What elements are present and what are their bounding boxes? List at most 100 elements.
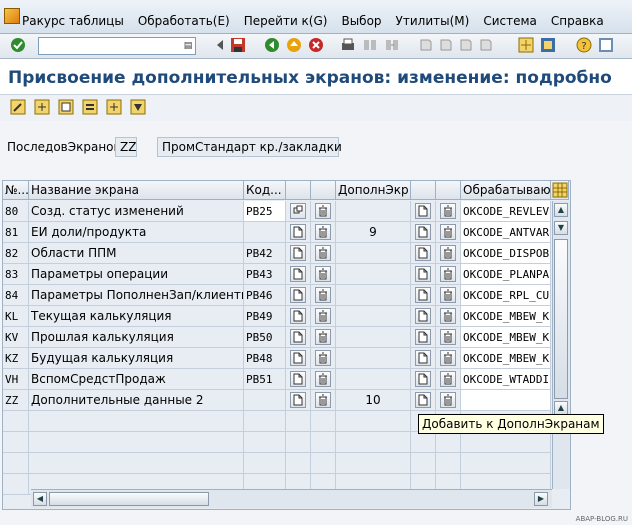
delete-bin-icon[interactable] <box>440 287 456 303</box>
row-button-1[interactable] <box>286 285 311 306</box>
print-icon[interactable] <box>340 37 356 53</box>
row-button-3[interactable] <box>411 201 436 222</box>
row-button-2[interactable] <box>311 264 336 285</box>
previous-page-icon[interactable] <box>438 37 454 53</box>
row-button-3[interactable] <box>411 369 436 390</box>
scroll-down-icon[interactable]: ▼ <box>554 221 568 235</box>
row-ok-code[interactable]: OKCODE_RPL_CU <box>461 285 551 306</box>
scroll-up-2-icon[interactable]: ▲ <box>554 401 568 415</box>
row-button-4[interactable] <box>436 201 461 222</box>
shortcut-icon[interactable] <box>540 37 556 53</box>
new-document-icon[interactable] <box>290 329 306 345</box>
row-button-3[interactable] <box>411 327 436 348</box>
row-button-3[interactable] <box>411 348 436 369</box>
create-session-icon[interactable] <box>518 37 534 53</box>
find-icon[interactable] <box>362 37 378 53</box>
row-code[interactable]: PB50 <box>244 327 286 348</box>
sap-menu-icon[interactable] <box>4 8 20 24</box>
hscroll-thumb[interactable] <box>49 492 209 506</box>
menu-item-help[interactable]: Справка <box>551 14 604 28</box>
row-button-2[interactable] <box>311 306 336 327</box>
delete-bin-icon[interactable] <box>315 392 331 408</box>
header-no[interactable]: №... <box>3 181 29 200</box>
row-ok-code[interactable] <box>461 390 551 411</box>
row-code[interactable] <box>244 390 286 411</box>
row-code[interactable]: PB51 <box>244 369 286 390</box>
row-button-1[interactable] <box>286 369 311 390</box>
row-button-4[interactable] <box>436 222 461 243</box>
row-button-3[interactable] <box>411 285 436 306</box>
enter-icon[interactable] <box>10 37 26 53</box>
delete-bin-icon[interactable] <box>315 329 331 345</box>
last-page-icon[interactable] <box>478 37 494 53</box>
row-code[interactable]: PB49 <box>244 306 286 327</box>
row-button-3[interactable] <box>411 390 436 411</box>
row-button-1[interactable] <box>286 348 311 369</box>
menu-item-selection[interactable]: Выбор <box>341 14 381 28</box>
row-button-4[interactable] <box>436 285 461 306</box>
horizontal-scrollbar[interactable]: ◀ ▶ <box>31 489 552 508</box>
row-ok-code[interactable]: OKCODE_MBEW_K <box>461 306 551 327</box>
row-code[interactable] <box>244 453 286 474</box>
link-icon[interactable] <box>290 203 306 219</box>
row-button-4[interactable] <box>436 327 461 348</box>
delete-bin-icon[interactable] <box>440 224 456 240</box>
row-button-2[interactable] <box>311 348 336 369</box>
delete-bin-icon[interactable] <box>315 203 331 219</box>
new-document-icon[interactable] <box>290 224 306 240</box>
delete-bin-icon[interactable] <box>315 287 331 303</box>
scroll-left-icon[interactable]: ◀ <box>33 492 47 506</box>
delete-bin-icon[interactable] <box>315 224 331 240</box>
row-code[interactable] <box>244 432 286 453</box>
copy-as-icon[interactable] <box>58 99 74 115</box>
exit-icon[interactable] <box>286 37 302 53</box>
new-document-icon[interactable] <box>290 266 306 282</box>
new-document-icon[interactable] <box>415 308 431 324</box>
row-ok-code[interactable]: OKCODE_PLANPA <box>461 264 551 285</box>
cancel-icon[interactable] <box>308 37 324 53</box>
row-button-4[interactable] <box>436 390 461 411</box>
new-document-icon[interactable] <box>415 350 431 366</box>
row-code[interactable] <box>244 222 286 243</box>
delete-bin-icon[interactable] <box>440 203 456 219</box>
row-code[interactable]: PB46 <box>244 285 286 306</box>
row-button-3[interactable] <box>411 264 436 285</box>
row-button-2[interactable] <box>311 285 336 306</box>
customize-layout-icon[interactable] <box>598 37 614 53</box>
first-page-icon[interactable] <box>418 37 434 53</box>
find-next-icon[interactable] <box>384 37 400 53</box>
vertical-scrollbar[interactable]: ▲ ▼ ▲ ▼ <box>552 201 570 489</box>
scroll-right-icon[interactable]: ▶ <box>534 492 548 506</box>
row-button-3[interactable] <box>411 222 436 243</box>
new-document-icon[interactable] <box>415 371 431 387</box>
delete-bin-icon[interactable] <box>440 266 456 282</box>
deselect-all-icon[interactable] <box>130 99 146 115</box>
new-document-icon[interactable] <box>415 203 431 219</box>
menu-item-table-view[interactable]: Ракурс таблицы <box>22 14 124 28</box>
row-button-1[interactable] <box>286 327 311 348</box>
command-dropdown-icon[interactable]: ▤ <box>182 39 194 53</box>
save-icon[interactable] <box>230 37 246 53</box>
delete-bin-icon[interactable] <box>315 266 331 282</box>
row-ok-code[interactable]: OKCODE_MBEW_K <box>461 348 551 369</box>
new-document-icon[interactable] <box>415 266 431 282</box>
row-button-2[interactable] <box>311 201 336 222</box>
row-button-1[interactable] <box>286 222 311 243</box>
delete-bin-icon[interactable] <box>440 329 456 345</box>
row-ok-code[interactable]: OKCODE_ANTVAR <box>461 222 551 243</box>
row-button-4[interactable] <box>436 264 461 285</box>
menu-item-goto[interactable]: Перейти к(G) <box>244 14 328 28</box>
new-document-icon[interactable] <box>415 245 431 261</box>
row-code[interactable]: PB43 <box>244 264 286 285</box>
new-document-icon[interactable] <box>415 392 431 408</box>
row-button-2[interactable] <box>311 327 336 348</box>
change-display-icon[interactable] <box>10 99 26 115</box>
new-document-icon[interactable] <box>290 371 306 387</box>
row-button-1[interactable] <box>286 243 311 264</box>
delete-bin-icon[interactable] <box>315 245 331 261</box>
row-button-2[interactable] <box>311 222 336 243</box>
row-button-4[interactable] <box>436 243 461 264</box>
row-button-1[interactable] <box>286 390 311 411</box>
back-arrow-icon[interactable] <box>212 37 228 53</box>
new-document-icon[interactable] <box>290 308 306 324</box>
